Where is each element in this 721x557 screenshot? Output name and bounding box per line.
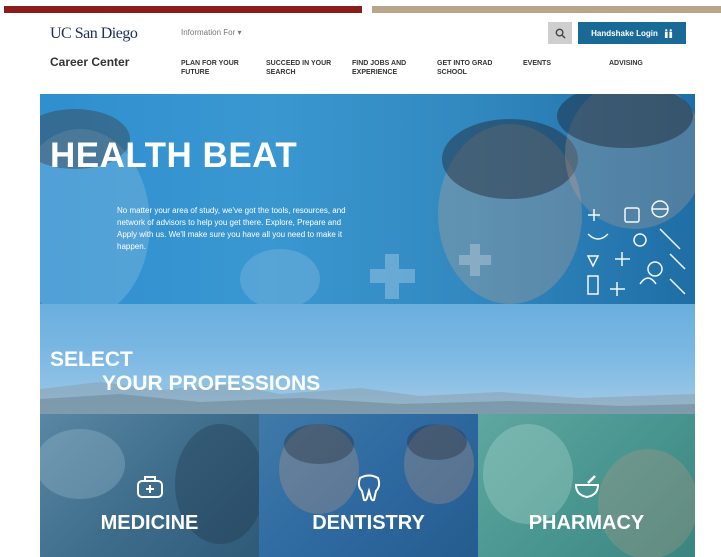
nav-plan-future[interactable]: Plan for your future — [181, 59, 261, 77]
nav-advising[interactable]: Advising — [609, 59, 689, 68]
brand-stripe-red — [4, 6, 362, 13]
information-for-dropdown[interactable]: Information For ▾ — [181, 28, 241, 37]
nav-find-jobs[interactable]: Find jobs and experience — [352, 59, 432, 77]
hero-background-art — [40, 94, 695, 304]
hero-banner: HEALTH BEAT No matter your area of study… — [40, 94, 695, 304]
select-heading-line1: SELECT — [50, 348, 133, 371]
search-icon — [555, 28, 566, 39]
brand-stripe-tan — [372, 6, 721, 13]
hero-description: No matter your area of study, we've got … — [117, 206, 346, 251]
pharmacy-label: PHARMACY — [528, 512, 645, 534]
dentistry-label: DENTISTRY — [312, 512, 425, 534]
select-professions-heading: SELECT YOUR PROFESSIONS — [50, 348, 320, 396]
site-header: UC San Diego Information For ▾ Handshake… — [40, 20, 695, 94]
tooth-icon — [357, 474, 380, 502]
ucsd-logo[interactable]: UC San Diego — [50, 25, 138, 43]
medical-kit-icon — [136, 476, 163, 498]
select-professions-band: SELECT YOUR PROFESSIONS — [40, 304, 695, 414]
profession-tile-pharmacy[interactable]: PHARMACY — [478, 414, 695, 557]
mortar-pestle-icon — [574, 475, 599, 499]
site-title[interactable]: Career Center — [50, 55, 129, 69]
handshake-login-button[interactable]: Handshake Login — [578, 22, 686, 44]
nav-events[interactable]: Events — [523, 59, 603, 68]
select-heading-line2: YOUR PROFESSIONS — [102, 372, 321, 395]
search-button[interactable] — [548, 22, 572, 44]
handshake-login-label: Handshake Login — [591, 28, 658, 38]
profession-tile-medicine[interactable]: MEDICINE — [40, 414, 259, 557]
nav-succeed-search[interactable]: Succeed in your search — [266, 59, 346, 77]
hero-title: HEALTH BEAT — [50, 136, 298, 175]
nav-grad-school[interactable]: Get into grad school — [437, 59, 517, 77]
profession-tile-dentistry[interactable]: DENTISTRY — [259, 414, 478, 557]
handshake-icon — [664, 28, 672, 38]
medicine-label: MEDICINE — [100, 512, 199, 534]
